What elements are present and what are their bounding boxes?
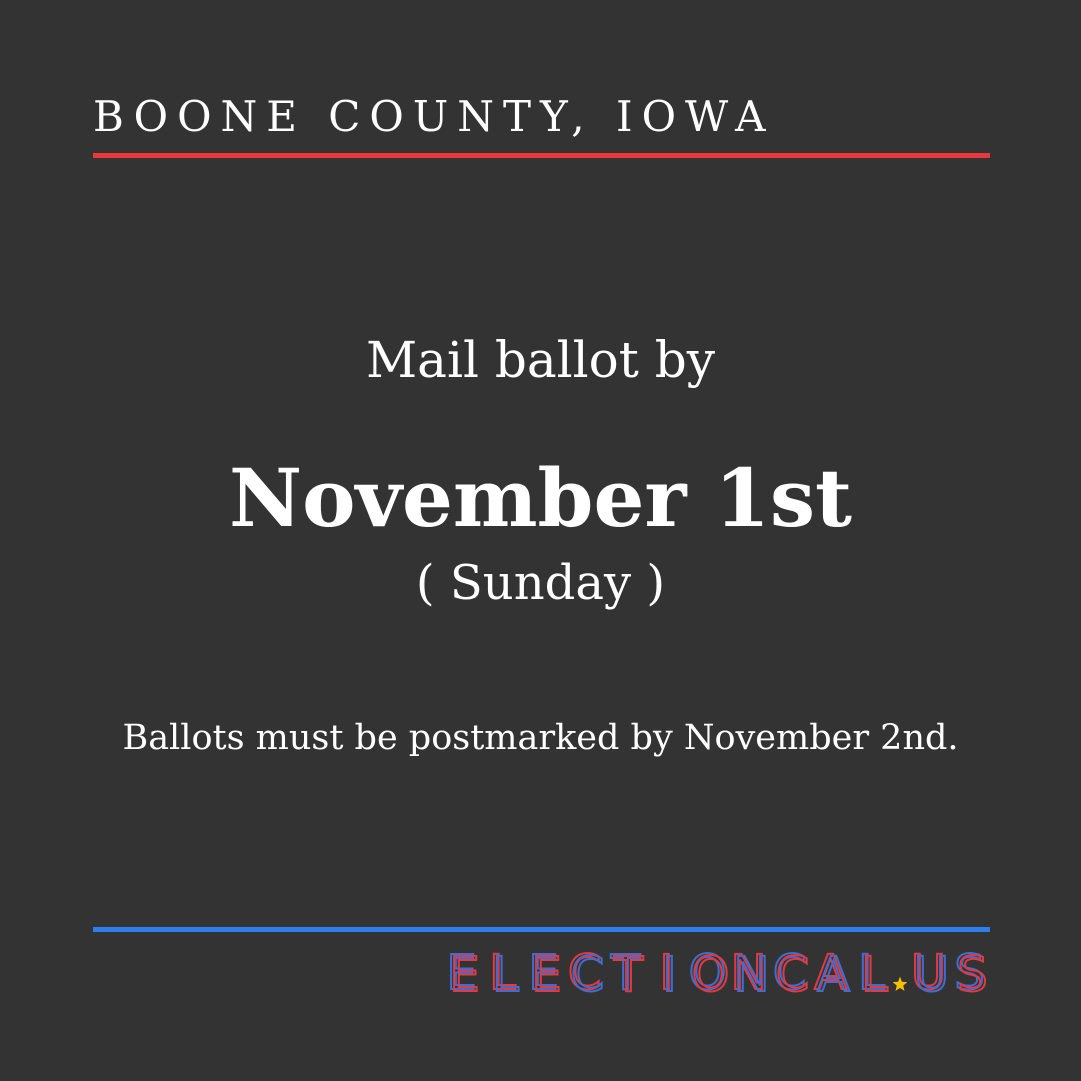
logo-letter: LL xyxy=(851,947,892,1003)
logo-letter: TT xyxy=(605,947,646,1003)
logo-letter: UU xyxy=(908,947,950,1003)
logo-letter: II xyxy=(646,947,687,1003)
logo-letter: AA xyxy=(810,947,851,1003)
postmark-note: Ballots must be postmarked by November 2… xyxy=(122,718,959,758)
logo-letter-echo: C xyxy=(775,947,811,1003)
logo-letter: CC xyxy=(564,947,606,1003)
logo-letter: CC xyxy=(769,947,811,1003)
logo-letter-echo: U xyxy=(913,947,950,1003)
logo-letter-echo: T xyxy=(613,947,644,1003)
logo-letter-echo: O xyxy=(691,947,731,1003)
logo-letter: SS xyxy=(949,947,990,1003)
logo-letter-echo: N xyxy=(733,947,771,1003)
logo-letter: OO xyxy=(688,945,731,1003)
top-divider xyxy=(93,153,990,158)
logo-letter: NN xyxy=(728,947,771,1003)
logo-letter-echo: E xyxy=(530,947,562,1003)
logo-letter-echo: E xyxy=(448,947,480,1003)
logo-letter-echo: L xyxy=(860,947,889,1003)
mail-ballot-graphic: { "header": { "county": "BOONE COUNTY, I… xyxy=(0,0,1081,1081)
deadline-weekday: ( Sunday ) xyxy=(415,555,666,611)
deadline-date: November 1st xyxy=(228,451,852,545)
county-heading: BOONE COUNTY, IOWA xyxy=(93,92,775,141)
logo-letter: EE xyxy=(441,947,482,1003)
logo-letter-echo: C xyxy=(570,947,606,1003)
logo-letter: LL xyxy=(482,947,523,1003)
logo-letter-echo: A xyxy=(816,947,851,1003)
intro-text: Mail ballot by xyxy=(365,331,716,389)
bottom-divider xyxy=(93,927,990,932)
electioncal-logo: EE LL EE CC TT II OO NN CC AA LL UU SS xyxy=(441,945,990,1003)
logo-letter: EE xyxy=(523,947,564,1003)
logo-letter-echo: I xyxy=(661,947,677,1003)
logo-letter-echo: S xyxy=(956,947,988,1003)
star-icon xyxy=(892,950,908,996)
logo-letter-echo: L xyxy=(491,947,520,1003)
